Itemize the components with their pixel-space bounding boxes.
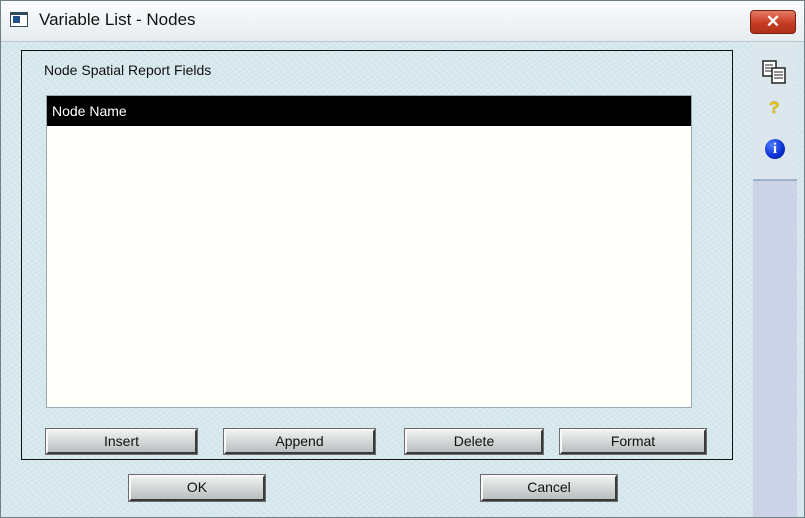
title-bar[interactable]: Variable List - Nodes ✕ — [1, 1, 804, 42]
ok-button[interactable]: OK — [128, 474, 266, 502]
delete-button[interactable]: Delete — [404, 428, 544, 455]
dialog-client-area: Node Spatial Report Fields Node Name Ins… — [1, 42, 804, 517]
close-button[interactable]: ✕ — [750, 10, 796, 34]
list-item[interactable]: Node Name — [47, 96, 691, 126]
window-title: Variable List - Nodes — [39, 10, 196, 29]
info-icon[interactable]: i — [765, 139, 785, 159]
insert-button[interactable]: Insert — [45, 428, 198, 455]
close-icon: ✕ — [765, 12, 781, 31]
format-button[interactable]: Format — [559, 428, 707, 455]
cancel-button[interactable]: Cancel — [480, 474, 618, 502]
side-toolbar: ? i — [753, 42, 797, 517]
copy-pages-icon[interactable] — [762, 60, 788, 84]
report-fields-group: Node Spatial Report Fields Node Name Ins… — [21, 50, 733, 460]
group-label: Node Spatial Report Fields — [44, 62, 212, 78]
side-toolbar-top: ? i — [753, 42, 797, 181]
help-icon[interactable]: ? — [769, 98, 781, 118]
append-button[interactable]: Append — [223, 428, 376, 455]
variable-list-window: Variable List - Nodes ✕ Node Spatial Rep… — [0, 0, 805, 518]
window-icon[interactable] — [10, 12, 28, 27]
fields-listbox[interactable]: Node Name — [46, 95, 692, 408]
